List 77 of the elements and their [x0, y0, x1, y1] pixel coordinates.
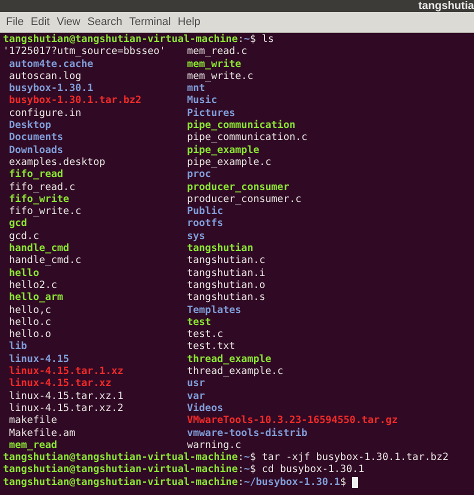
file-name: warning.c: [187, 440, 242, 451]
file-name: gcd: [9, 218, 28, 230]
file-name: Templates: [187, 304, 242, 316]
file-name: hello: [9, 268, 40, 279]
file-name: test.txt: [187, 341, 236, 352]
file-name: makefile: [9, 415, 58, 426]
file-name: mem_write: [187, 58, 242, 70]
prompt-line: tangshutian@tangshutian-virtual-machine:~$ tar -xjf busybox-1.30.1.tar.bz2: [3, 452, 449, 464]
file-name: Music: [187, 95, 218, 106]
file-name: thread_example: [187, 354, 272, 365]
file-name: proc: [187, 169, 212, 180]
file-name: gcd.c: [9, 230, 40, 242]
window-title: tangshutia: [418, 0, 474, 12]
file-name: configure.in: [9, 108, 82, 119]
prompt-line: tangshutian@tangshutian-virtual-machine:~$ cd busybox-1.30.1: [3, 464, 364, 476]
file-name: busybox-1.30.1.tar.bz2: [9, 95, 142, 106]
file-name: Downloads: [9, 144, 64, 156]
file-name: pipe_communication: [187, 120, 296, 132]
menu-item[interactable]: Terminal: [129, 14, 171, 30]
menu-item[interactable]: Help: [178, 14, 200, 30]
file-name: autoscan.log: [9, 70, 82, 82]
file-name: handle_cmd.c: [9, 255, 82, 266]
file-name: var: [187, 390, 206, 402]
file-name: linux-4.15.tar.1.xz: [9, 366, 124, 378]
file-name: producer_consumer.c: [187, 194, 302, 205]
menu-item[interactable]: File: [6, 14, 24, 30]
file-name: hello.c: [9, 316, 52, 328]
file-name: hello_arm: [9, 292, 64, 304]
file-name: producer_consumer: [187, 182, 290, 193]
file-name: Videos: [187, 402, 224, 414]
file-name: Pictures: [187, 108, 236, 119]
file-name: sys: [187, 230, 206, 242]
file-name: linux-4.15.tar.xz: [9, 378, 112, 390]
file-name: VMwareTools-10.3.23-16594550.tar.gz: [187, 415, 398, 426]
file-name: fifo_write: [9, 194, 70, 205]
file-name: linux-4.15.tar.xz.1: [9, 390, 124, 402]
file-name: hello2.c: [9, 280, 58, 291]
file-name: pipe_example.c: [187, 156, 272, 168]
file-name: thread_example.c: [187, 366, 284, 378]
file-name: mem_read: [9, 440, 58, 451]
file-name: Documents: [9, 132, 64, 144]
menu-item[interactable]: Search: [87, 14, 122, 30]
menu-item[interactable]: View: [56, 14, 80, 30]
file-name: pipe_communication.c: [187, 132, 308, 144]
file-name: autom4te.cache: [9, 58, 94, 70]
file-name: Public: [187, 206, 224, 218]
file-name: examples.desktop: [9, 156, 106, 168]
file-name: tangshutian.s: [187, 292, 266, 304]
file-name: Makefile.am: [9, 428, 76, 438]
file-name: hello.o: [9, 329, 52, 340]
file-name: hello,c: [9, 304, 52, 316]
file-name: tangshutian: [187, 243, 254, 254]
file-name: tangshutian.o: [187, 280, 266, 291]
file-name: fifo_write.c: [9, 206, 82, 218]
file-name: lib: [9, 341, 28, 352]
file-name: mem_write.c: [187, 70, 254, 82]
file-name: fifo_read: [9, 169, 64, 180]
file-name: linux-4.15: [9, 354, 70, 365]
file-name: handle_cmd: [9, 243, 70, 254]
menu-item[interactable]: Edit: [30, 14, 50, 30]
file-name: '1725017?utm_source=bbsseo': [3, 46, 166, 58]
prompt-line: tangshutian@tangshutian-virtual-machine:~/busybox-1.30.1$: [3, 476, 346, 489]
file-name: test: [187, 316, 212, 328]
file-name: pipe_example: [187, 144, 260, 156]
file-name: usr: [187, 378, 206, 390]
file-name: mnt: [187, 83, 206, 94]
file-name: Desktop: [9, 120, 52, 132]
file-name: linux-4.15.tar.xz.2: [9, 402, 124, 414]
file-name: mem_read.c: [187, 46, 248, 58]
file-name: vmware-tools-distrib: [187, 428, 308, 438]
file-name: rootfs: [187, 218, 224, 230]
file-name: tangshutian.i: [187, 268, 266, 279]
file-name: tangshutian.c: [187, 255, 266, 266]
file-name: fifo_read.c: [9, 182, 76, 193]
file-name: busybox-1.30.1: [9, 83, 94, 94]
file-name: test.c: [187, 329, 224, 340]
prompt-line: tangshutian@tangshutian-virtual-machine:~$ ls: [3, 34, 274, 46]
